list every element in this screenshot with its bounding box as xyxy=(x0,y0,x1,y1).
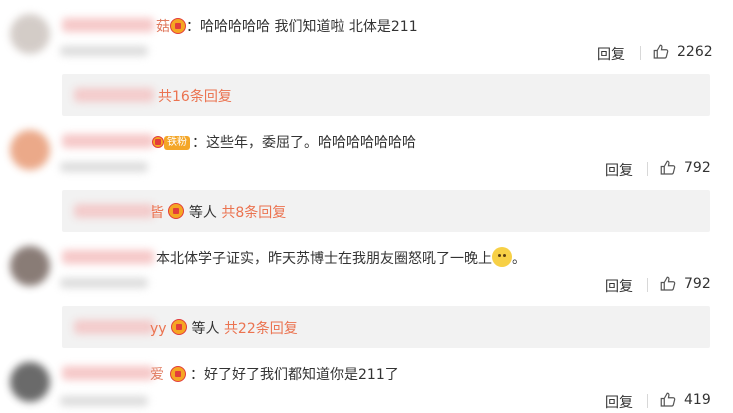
reply-others: 等人 xyxy=(191,321,220,337)
like-count: 792 xyxy=(684,160,711,176)
vip-badge-icon xyxy=(152,136,164,148)
thumbs-up-icon[interactable] xyxy=(652,43,670,61)
thumbs-up-icon[interactable] xyxy=(659,391,677,409)
reply-button[interactable]: 回复 xyxy=(597,44,625,64)
timestamp-blurred xyxy=(60,46,148,56)
comment-text-tail: 。 xyxy=(512,251,526,267)
comment-text: ：哈哈哈哈哈 我们知道啦 北体是211 xyxy=(186,19,418,35)
replies-expander[interactable]: 共16条回复 xyxy=(62,74,710,116)
vip-badge-icon xyxy=(170,18,186,34)
timestamp-blurred xyxy=(60,396,148,406)
thumbs-up-icon[interactable] xyxy=(659,159,677,177)
username-blurred[interactable] xyxy=(62,366,154,380)
avatar[interactable] xyxy=(10,130,50,170)
reply-user-blurred xyxy=(74,204,154,218)
replies-expander[interactable]: yy 等人 共22条回复 xyxy=(62,306,710,348)
reply-others: 等人 xyxy=(188,205,217,221)
avatar[interactable] xyxy=(10,14,50,54)
username-blurred[interactable] xyxy=(62,250,154,264)
reply-button[interactable]: 回复 xyxy=(605,160,633,180)
timestamp-blurred xyxy=(60,162,148,172)
thumbs-up-icon[interactable] xyxy=(659,275,677,293)
vip-badge-icon xyxy=(170,366,186,382)
avatar[interactable] xyxy=(10,246,50,286)
comment-text: 本北体学子证实，昨天苏博士在我朋友圈怒吼了一晚上 。 xyxy=(156,247,526,269)
divider xyxy=(647,394,648,408)
like-count: 792 xyxy=(684,276,711,292)
username-tail[interactable]: 菇 xyxy=(156,16,170,36)
username-tail[interactable]: 爱 xyxy=(150,364,164,384)
reply-summary[interactable]: yy 等人 共22条回复 xyxy=(150,318,298,338)
reply-summary[interactable]: 皆 等人 共8条回复 xyxy=(150,202,286,222)
like-count: 419 xyxy=(684,392,711,408)
reply-button[interactable]: 回复 xyxy=(605,276,633,296)
reply-user-blurred xyxy=(74,88,154,102)
doge-emoji-icon xyxy=(492,247,512,267)
reply-user-tail[interactable]: 皆 xyxy=(150,205,164,221)
username-blurred[interactable] xyxy=(62,18,154,32)
reply-button[interactable]: 回复 xyxy=(605,392,633,412)
avatar[interactable] xyxy=(10,362,50,402)
vip-badge-icon xyxy=(168,203,185,219)
comment-text: ：好了好了我们都知道你是211了 xyxy=(190,367,399,383)
divider xyxy=(647,162,648,176)
divider xyxy=(640,46,641,60)
reply-count[interactable]: 共8条回复 xyxy=(221,205,286,221)
fan-badge: 铁粉 xyxy=(164,136,190,150)
reply-user-tail[interactable]: yy xyxy=(150,321,167,337)
replies-expander[interactable]: 皆 等人 共8条回复 xyxy=(62,190,710,232)
reply-count[interactable]: 共16条回复 xyxy=(158,89,232,105)
divider xyxy=(647,278,648,292)
vip-badge-icon xyxy=(171,319,188,335)
reply-count[interactable]: 共22条回复 xyxy=(224,321,298,337)
reply-count-label[interactable]: 共16条回复 xyxy=(158,86,232,106)
reply-user-blurred xyxy=(74,320,154,334)
timestamp-blurred xyxy=(60,278,148,288)
comment-text: ：这些年，委屈了。哈哈哈哈哈哈哈 xyxy=(192,135,416,151)
comment-text-body: 本北体学子证实，昨天苏博士在我朋友圈怒吼了一晚上 xyxy=(156,251,492,267)
like-count: 2262 xyxy=(677,44,713,60)
username-blurred[interactable] xyxy=(62,134,154,148)
